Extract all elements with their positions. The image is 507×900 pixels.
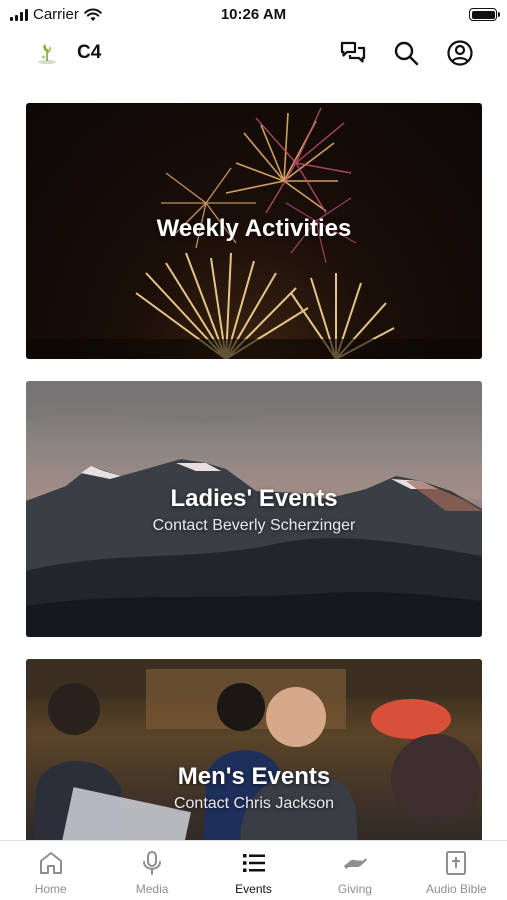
tab-giving[interactable]: Giving — [304, 841, 405, 900]
hand-icon — [343, 858, 367, 869]
battery-icon — [469, 8, 500, 21]
card-title: Men's Events — [177, 763, 331, 790]
tab-label: Media — [135, 882, 169, 896]
tab-home[interactable]: Home — [0, 841, 101, 900]
status-time: 10:26 AM — [220, 6, 287, 23]
app-header: C4 — [0, 32, 507, 74]
tab-label: Home — [34, 882, 67, 896]
card-text: Weekly Activities — [26, 215, 482, 243]
tab-audio-bible[interactable]: Audio Bible — [406, 841, 507, 900]
status-bar: Carrier 10:26 AM — [0, 0, 507, 28]
event-category-list: Weekly Activities Ladies' Events Contact… — [26, 103, 482, 900]
card-subtitle: Contact Beverly Scherzinger — [152, 517, 356, 534]
tab-media[interactable]: Media — [101, 841, 202, 900]
card-title: Weekly Activities — [156, 215, 352, 242]
card-text: Ladies' Events Contact Beverly Scherzing… — [26, 485, 482, 535]
tab-label: Events — [235, 882, 272, 896]
chat-icon[interactable] — [339, 39, 367, 67]
bible-icon — [446, 851, 467, 875]
tab-events[interactable]: Events — [203, 841, 304, 900]
list-icon — [242, 854, 265, 872]
card-text: Men's Events Contact Chris Jackson — [26, 763, 482, 813]
event-card-weekly-activities[interactable]: Weekly Activities — [26, 103, 482, 359]
card-title: Ladies' Events — [170, 485, 338, 512]
account-icon[interactable] — [446, 39, 474, 67]
tab-label: Audio Bible — [425, 882, 487, 896]
event-card-ladies-events[interactable]: Ladies' Events Contact Beverly Scherzing… — [26, 381, 482, 637]
app-title: C4 — [77, 42, 102, 63]
card-subtitle: Contact Chris Jackson — [173, 795, 335, 812]
app-logo — [38, 44, 56, 65]
bottom-tab-bar: Home Media Events Giving Audio Bible — [0, 840, 507, 900]
tab-label: Giving — [337, 882, 372, 896]
microphone-icon — [143, 851, 162, 875]
search-icon[interactable] — [392, 39, 420, 67]
home-icon — [39, 852, 62, 874]
